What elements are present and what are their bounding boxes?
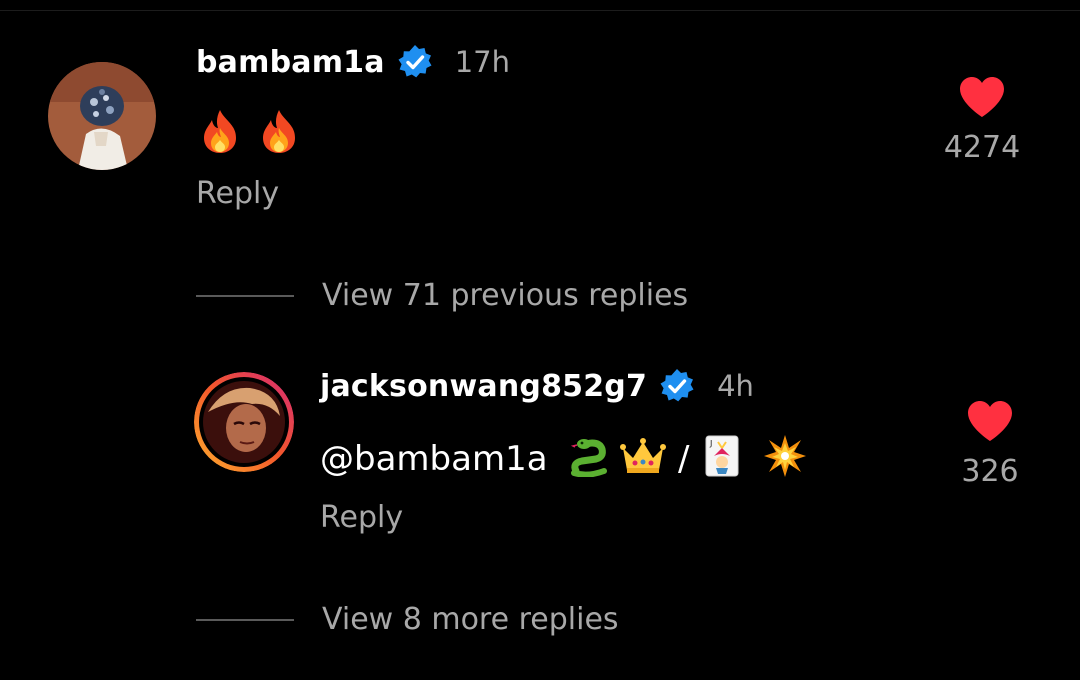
avatar-bambam1a[interactable] — [48, 62, 156, 170]
comment-body — [198, 108, 301, 160]
comment-header: jacksonwang852g7 4h — [320, 368, 754, 404]
verified-badge-icon — [397, 44, 433, 80]
thread-line — [196, 618, 294, 621]
fire-icon — [257, 108, 301, 160]
fire-icon — [198, 108, 242, 160]
heart-icon[interactable] — [932, 76, 1032, 118]
svg-text:J: J — [709, 439, 712, 448]
view-more-replies[interactable]: View 8 more replies — [196, 602, 619, 637]
username[interactable]: jacksonwang852g7 — [320, 369, 647, 404]
top-divider — [0, 10, 1080, 11]
comment-body: @bambam1a / J — [320, 434, 807, 484]
like-group: 326 — [940, 400, 1040, 489]
comment-header: bambam1a 17h — [196, 44, 510, 80]
username[interactable]: bambam1a — [196, 45, 385, 80]
view-more-replies-label[interactable]: View 8 more replies — [322, 602, 619, 637]
slash-separator: / — [677, 439, 690, 479]
verified-badge-icon — [659, 368, 695, 404]
thread-line — [196, 294, 294, 297]
reply-button[interactable]: Reply — [320, 500, 403, 535]
view-previous-replies[interactable]: View 71 previous replies — [196, 278, 688, 313]
heart-icon[interactable] — [940, 400, 1040, 442]
view-previous-replies-label[interactable]: View 71 previous replies — [322, 278, 688, 313]
snake-icon — [570, 435, 608, 483]
mention-link[interactable]: @bambam1a — [320, 439, 548, 479]
joker-card-icon: J — [704, 434, 740, 484]
reply-button[interactable]: Reply — [196, 176, 279, 211]
like-group: 4274 — [932, 76, 1032, 165]
collision-icon — [763, 434, 807, 484]
timestamp: 17h — [454, 45, 510, 79]
avatar-jacksonwang852g7[interactable] — [194, 372, 294, 472]
timestamp: 4h — [717, 369, 754, 403]
like-count: 4274 — [943, 130, 1021, 165]
crown-icon — [619, 436, 667, 482]
like-count: 326 — [961, 454, 1019, 489]
